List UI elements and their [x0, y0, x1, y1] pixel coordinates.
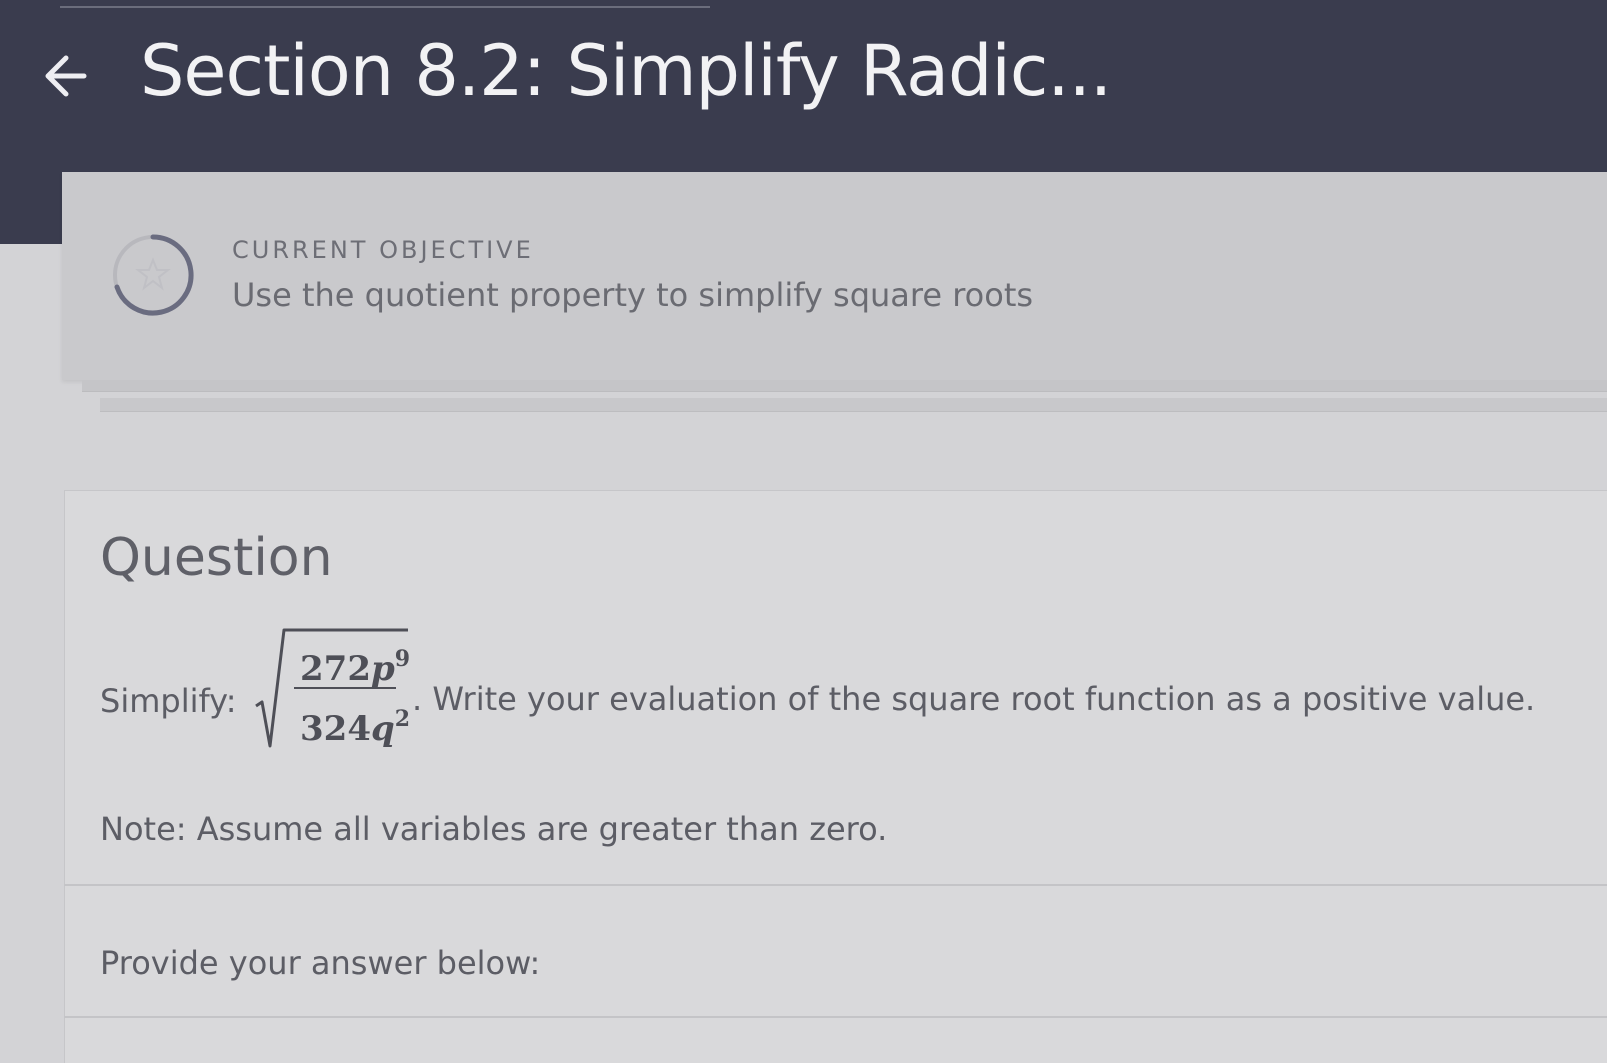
answer-prompt: Provide your answer below: — [100, 944, 541, 982]
page-title: Section 8.2: Simplify Radic... — [140, 30, 1112, 112]
question-note: Note: Assume all variables are greater t… — [100, 810, 888, 848]
header-progress-line — [60, 6, 710, 8]
arrow-left-icon[interactable] — [40, 48, 96, 104]
objective-text: Use the quotient property to simplify sq… — [232, 276, 1034, 314]
fraction-denominator: 324q2 — [300, 706, 411, 749]
card-stack-edge — [100, 398, 1607, 412]
objective-label: CURRENT OBJECTIVE — [232, 236, 534, 264]
divider — [64, 1016, 1607, 1018]
divider — [64, 884, 1607, 886]
question-heading: Question — [100, 528, 333, 588]
star-progress-ring-icon — [110, 232, 196, 318]
card-stack-edge — [82, 380, 1607, 392]
question-instruction: . Write your evaluation of the square ro… — [412, 680, 1536, 718]
fraction-numerator: 272p9 — [300, 646, 411, 689]
simplify-label: Simplify: — [100, 682, 237, 720]
